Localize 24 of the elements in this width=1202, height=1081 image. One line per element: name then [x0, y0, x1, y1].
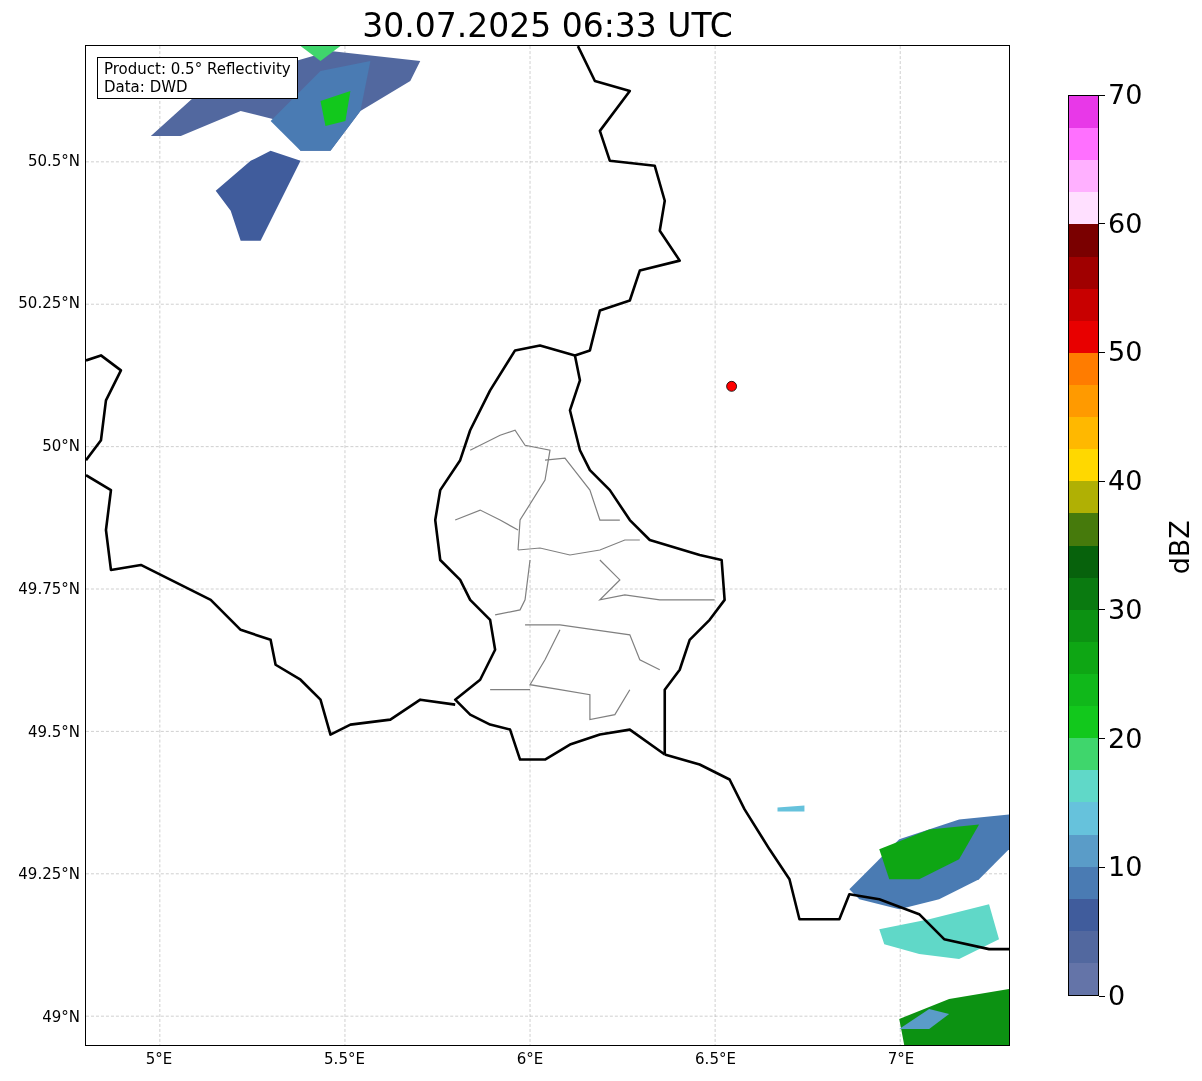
- colorbar-label: dBZ: [1162, 519, 1196, 575]
- info-text: Data: DWD: [104, 78, 189, 96]
- x-tick-label: 5°E: [145, 1049, 173, 1070]
- chart-title: 30.07.2025 06:33 UTC: [361, 5, 734, 47]
- y-tick-label: 49.25°N: [18, 864, 81, 886]
- colorbar-tick-label: 50: [1108, 336, 1143, 369]
- x-tick-label: 7°E: [887, 1049, 915, 1070]
- y-tick-label: 49.75°N: [18, 578, 81, 600]
- x-tick-label: 6.5°E: [695, 1049, 736, 1070]
- colorbar-tick-label: 30: [1108, 593, 1143, 626]
- colorbar-tick-label: 20: [1108, 722, 1143, 755]
- y-tick-label: 50.25°N: [18, 293, 81, 315]
- y-tick-label: 50.5°N: [27, 150, 81, 172]
- colorbar-tick-label: 60: [1108, 207, 1143, 240]
- y-tick-label: 49°N: [42, 1006, 81, 1028]
- y-tick-label: 49.5°N: [27, 721, 81, 743]
- y-tick-label: 50°N: [42, 436, 81, 458]
- colorbar-tick-label: 40: [1108, 465, 1143, 498]
- x-tick-label: 5.5°E: [324, 1049, 365, 1070]
- colorbar-tick-label: 70: [1108, 79, 1143, 111]
- info-text: Product: 0.5° Reflectivity: [104, 60, 291, 78]
- colorbar-tick-label: 0: [1108, 980, 1126, 1012]
- x-tick-label: 6°E: [516, 1049, 544, 1070]
- colorbar-tick-label: 10: [1108, 851, 1143, 884]
